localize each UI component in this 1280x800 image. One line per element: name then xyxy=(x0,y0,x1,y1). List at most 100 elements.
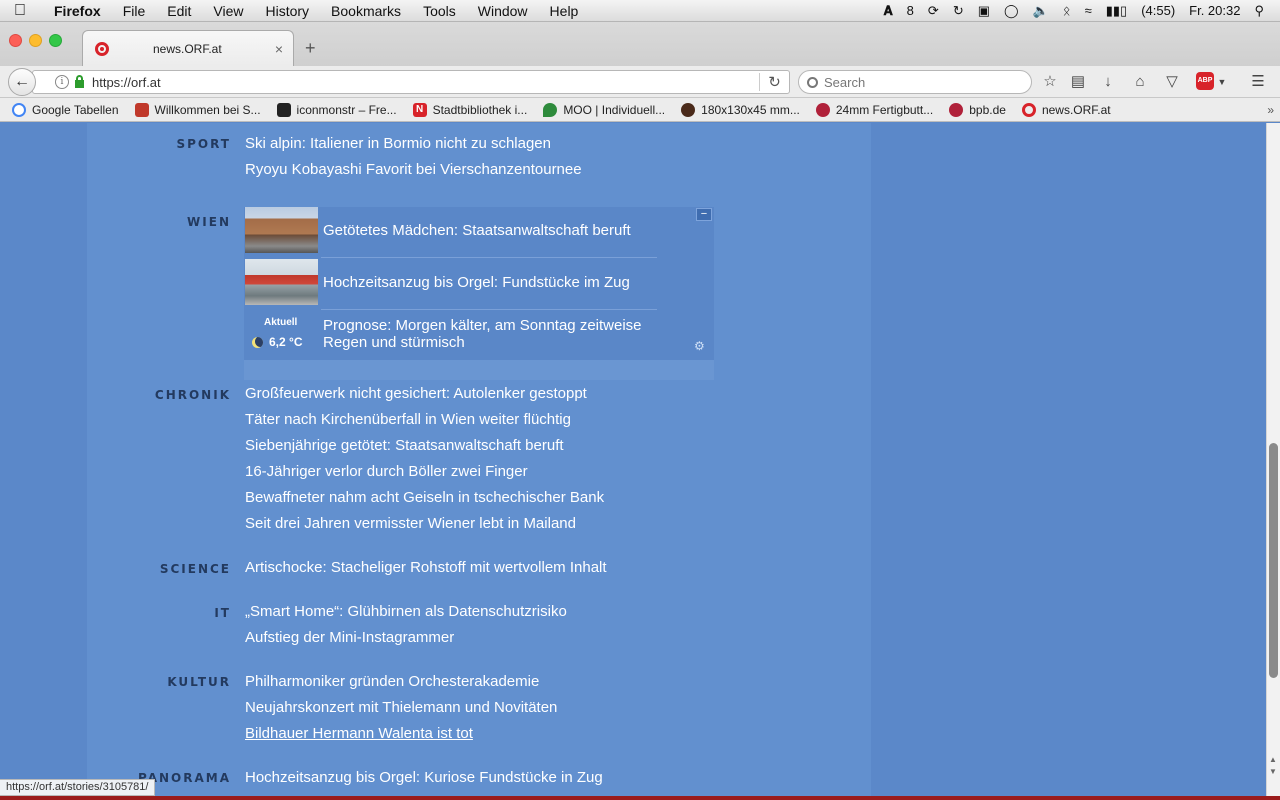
sync-icon[interactable]: ⟳ xyxy=(928,3,939,19)
headline-chronik-5[interactable]: Bewaffneter nahm acht Geiseln in tschech… xyxy=(245,489,604,506)
wien-story-2[interactable]: Hochzeitsanzug bis Orgel: Fundstücke im … xyxy=(244,259,714,309)
weather-forecast-line1[interactable]: Prognose: Morgen kälter, am Sonntag zeit… xyxy=(323,317,642,334)
reading-list-icon[interactable]: ▤ xyxy=(1068,72,1088,92)
headline-sport-2[interactable]: Ryoyu Kobayashi Favorit bei Vierschanzen… xyxy=(245,161,582,178)
tab-title: news.ORF.at xyxy=(153,41,222,56)
bookmark-label: Google Tabellen xyxy=(32,102,119,117)
section-label-kultur: KULTUR xyxy=(167,675,231,689)
bookmark-google-tabellen[interactable]: Google Tabellen xyxy=(12,102,119,117)
menu-history[interactable]: History xyxy=(254,3,320,19)
wien-story-title[interactable]: Getötetes Mädchen: Staatsanwaltschaft be… xyxy=(323,222,631,239)
bookmark-24mm[interactable]: 24mm Fertigbutt... xyxy=(815,102,934,117)
status-bar-url: https://orf.at/stories/3105781/ xyxy=(0,779,156,796)
bookmark-180x130[interactable]: 180x130x45 mm... xyxy=(681,102,800,117)
bookmark-label: Stadtbibliothek i... xyxy=(432,102,528,117)
news-column: SPORT Ski alpin: Italiener in Bormio nic… xyxy=(87,123,871,796)
headline-chronik-4[interactable]: 16-Jähriger verlor durch Böller zwei Fin… xyxy=(245,463,528,480)
menu-edit[interactable]: Edit xyxy=(156,3,202,19)
tab-orf[interactable]: news.ORF.at × xyxy=(82,30,294,66)
headline-sport-1[interactable]: Ski alpin: Italiener in Bormio nicht zu … xyxy=(245,135,551,152)
bookmark-label: Willkommen bei S... xyxy=(154,102,261,117)
scroll-down-arrow-icon[interactable]: ▼ xyxy=(1269,767,1277,776)
menu-window[interactable]: Window xyxy=(467,3,539,19)
bookmark-favicon-icon xyxy=(134,102,149,117)
headline-panorama-1[interactable]: Hochzeitsanzug bis Orgel: Kuriose Fundst… xyxy=(245,769,603,786)
close-window-button[interactable] xyxy=(9,34,22,47)
search-input[interactable]: Search xyxy=(798,70,1032,94)
menu-bookmarks[interactable]: Bookmarks xyxy=(320,3,412,19)
battery-icon[interactable]: ▮▮▯ xyxy=(1106,3,1127,19)
menu-help[interactable]: Help xyxy=(539,3,590,19)
timemachine-icon[interactable]: ◯ xyxy=(1004,3,1019,19)
headline-kultur-2[interactable]: Neujahrskonzert mit Thielemann und Novit… xyxy=(245,699,557,716)
back-button[interactable]: ← xyxy=(8,68,36,96)
display-icon[interactable]: ▣ xyxy=(978,3,990,19)
headline-chronik-3[interactable]: Siebenjährige getötet: Staatsanwaltschaf… xyxy=(245,437,564,454)
section-label-chronik: CHRONIK xyxy=(154,388,231,402)
minimize-window-button[interactable] xyxy=(29,34,42,47)
headline-it-2[interactable]: Aufstieg der Mini-Instagrammer xyxy=(245,629,454,646)
scroll-up-arrow-icon[interactable]: ▲ xyxy=(1269,755,1277,764)
weather-forecast-line2[interactable]: Regen und stürmisch xyxy=(323,334,465,351)
spotlight-icon[interactable]: ⚲ xyxy=(1254,3,1264,19)
menu-view[interactable]: View xyxy=(202,3,254,19)
headline-chronik-2[interactable]: Täter nach Kirchenüberfall in Wien weite… xyxy=(245,411,571,428)
bookmark-bpb[interactable]: bpb.de xyxy=(949,102,1006,117)
navigation-toolbar: i https://orf.at ↻ ← Search ☆ ▤ ↓ ⌂ ▽ AB… xyxy=(0,66,1280,98)
wien-regional-box: − Getötetes Mädchen: Staatsanwaltschaft … xyxy=(244,207,714,380)
headline-it-1[interactable]: „Smart Home“: Glühbirnen als Datenschutz… xyxy=(245,603,567,620)
bookmark-label: MOO | Individuell... xyxy=(563,102,666,117)
url-bar[interactable]: i https://orf.at ↻ xyxy=(32,70,790,94)
menu-tools[interactable]: Tools xyxy=(412,3,467,19)
download-icon[interactable]: ↓ xyxy=(1098,72,1118,92)
tab-close-icon[interactable]: × xyxy=(275,41,283,57)
pocket-icon[interactable]: ▽ xyxy=(1162,72,1182,92)
back-arrow-icon: ← xyxy=(14,73,30,90)
refresh-status-icon[interactable]: ↻ xyxy=(953,3,964,19)
menu-app-firefox[interactable]: Firefox xyxy=(40,3,112,19)
adobe-icon[interactable]: 𝐀 xyxy=(884,3,893,19)
apple-icon[interactable]:  xyxy=(0,2,40,20)
home-icon[interactable]: ⌂ xyxy=(1130,72,1150,92)
page-content: SPORT Ski alpin: Italiener in Bormio nic… xyxy=(0,123,1266,796)
wien-story-1[interactable]: Getötetes Mädchen: Staatsanwaltschaft be… xyxy=(244,207,714,257)
bookmark-stadtbibliothek[interactable]: N Stadtbibliothek i... xyxy=(412,102,528,117)
url-text[interactable]: https://orf.at xyxy=(92,75,161,90)
battery-time: (4:55) xyxy=(1141,3,1176,18)
hamburger-menu-icon[interactable]: ☰ xyxy=(1248,72,1268,92)
bookmark-label: 24mm Fertigbutt... xyxy=(835,102,934,117)
bookmark-news-orf[interactable]: news.ORF.at xyxy=(1021,102,1111,117)
bluetooth-icon[interactable]: ᛟ xyxy=(1063,3,1071,18)
menubar-status-area: 𝐀 8 ⟳ ↻ ▣ ◯ 🔈 ᛟ ≈ ▮▮▯ (4:55) Fr. 20:32 ⚲ xyxy=(884,3,1280,19)
wifi-icon[interactable]: ≈ xyxy=(1085,3,1092,18)
new-tab-button[interactable]: + xyxy=(305,38,316,59)
volume-icon[interactable]: 🔈 xyxy=(1033,3,1049,19)
lock-icon xyxy=(75,75,84,88)
adblock-dropdown-icon[interactable]: ▼ xyxy=(1212,72,1232,92)
settings-gear-icon[interactable]: ⚙ xyxy=(694,339,705,353)
bookmark-moo[interactable]: MOO | Individuell... xyxy=(543,102,666,117)
bookmark-label: 180x130x45 mm... xyxy=(701,102,800,117)
scrollbar-thumb[interactable] xyxy=(1269,443,1278,678)
weather-label: Aktuell xyxy=(264,317,298,328)
vertical-scrollbar[interactable]: ▲ ▼ xyxy=(1266,123,1280,796)
zoom-window-button[interactable] xyxy=(49,34,62,47)
window-bottom-edge xyxy=(0,796,1280,800)
headline-science-1[interactable]: Artischocke: Stacheliger Rohstoff mit we… xyxy=(245,559,607,576)
headline-kultur-3[interactable]: Bildhauer Hermann Walenta ist tot xyxy=(245,725,473,742)
bookmark-star-icon[interactable]: ☆ xyxy=(1040,72,1060,92)
bookmarks-overflow-icon[interactable]: » xyxy=(1267,103,1274,117)
wien-story-title[interactable]: Hochzeitsanzug bis Orgel: Fundstücke im … xyxy=(323,274,630,291)
section-label-science: SCIENCE xyxy=(159,562,231,576)
reload-icon[interactable]: ↻ xyxy=(759,73,789,91)
headline-chronik-6[interactable]: Seit drei Jahren vermisster Wiener lebt … xyxy=(245,515,576,532)
bookmark-willkommen[interactable]: Willkommen bei S... xyxy=(134,102,261,117)
menu-file[interactable]: File xyxy=(112,3,157,19)
bookmark-iconmonstr[interactable]: iconmonstr – Fre... xyxy=(276,102,397,117)
google-icon xyxy=(12,102,26,117)
clock[interactable]: Fr. 20:32 xyxy=(1189,3,1240,18)
wien-box-footer xyxy=(244,360,714,380)
headline-kultur-1[interactable]: Philharmoniker gründen Orchesterakademie xyxy=(245,673,539,690)
headline-chronik-1[interactable]: Großfeuerwerk nicht gesichert: Autolenke… xyxy=(245,385,587,402)
site-info-icon[interactable]: i xyxy=(55,75,69,89)
